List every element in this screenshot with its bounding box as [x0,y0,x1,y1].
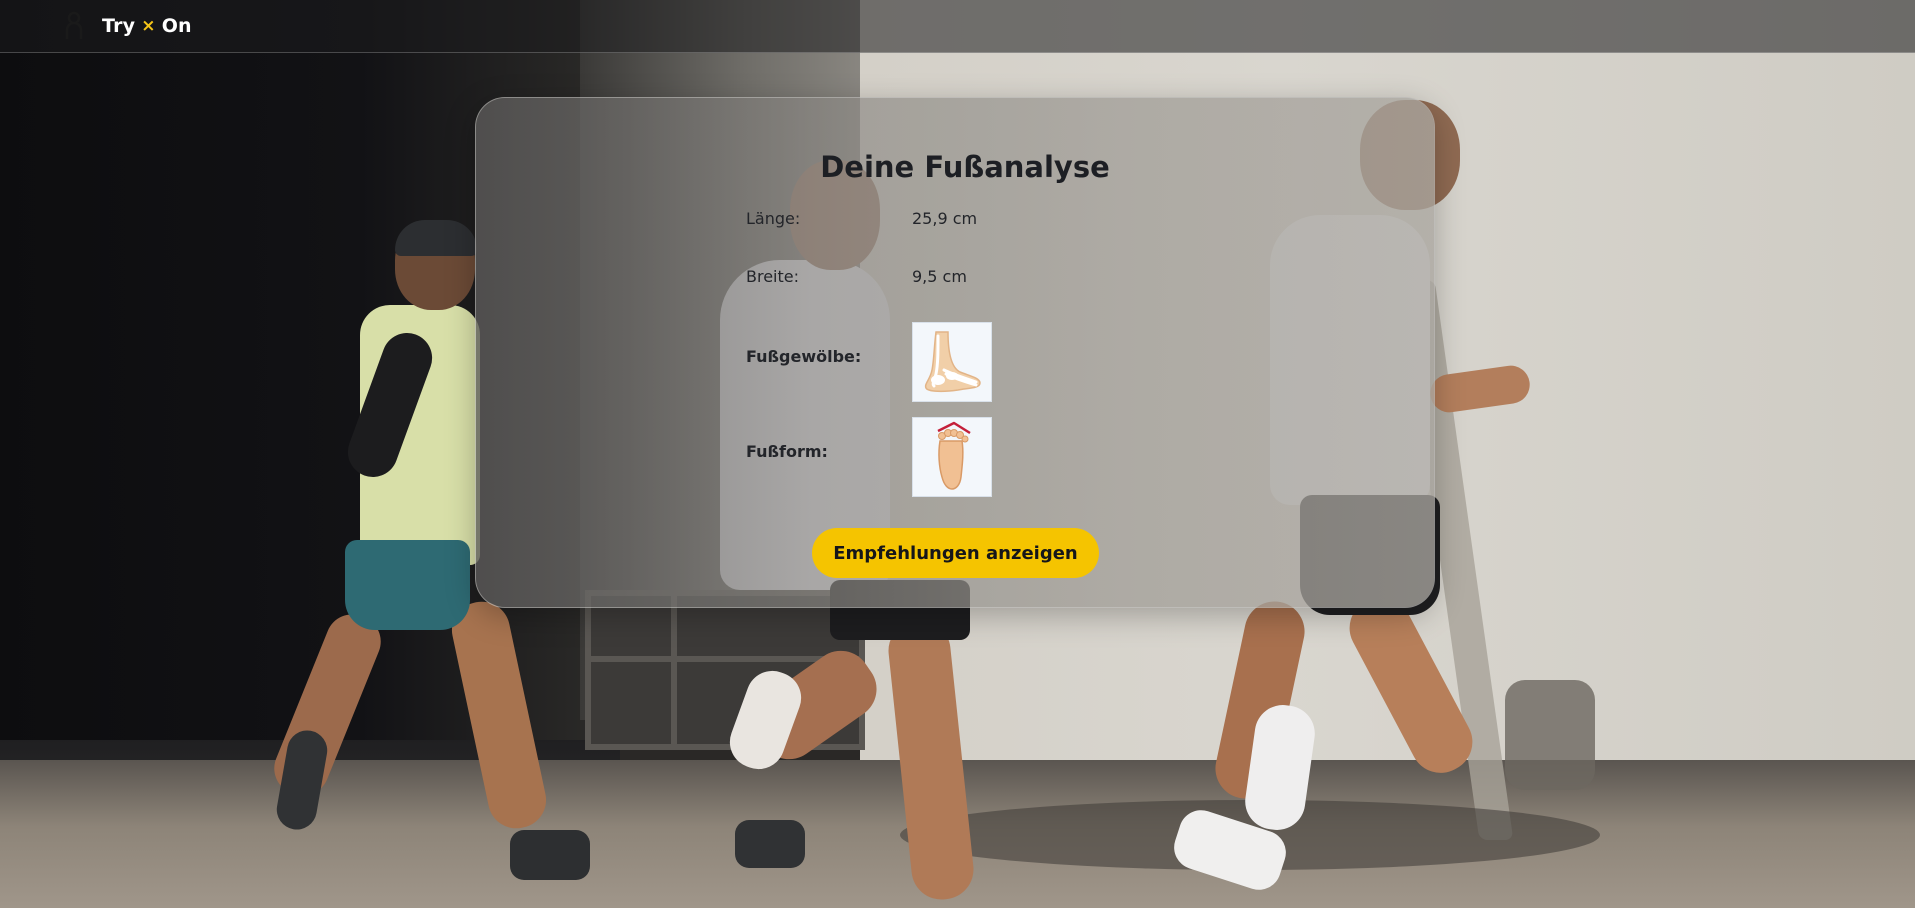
foot-shape-top-icon [912,417,992,497]
brand-name[interactable]: Try × On [102,15,192,37]
width-value: 9,5 cm [912,267,967,286]
show-recommendations-button[interactable]: Empfehlungen anzeigen [812,528,1099,578]
width-row: Breite: 9,5 cm [746,267,967,286]
on-brand-logo-icon[interactable] [64,11,84,41]
wall-shadow [1505,680,1595,790]
runner-left-cap [395,220,477,256]
foot-shape-row: Fußform: [746,417,992,497]
runner-left-shorts [345,540,470,630]
length-value: 25,9 cm [912,209,978,228]
runner-left-shoe [510,830,590,880]
runner-middle-shoe [735,820,805,868]
page-title: Deine Fußanalyse [820,150,1110,184]
arch-row: Fußgewölbe: [746,322,992,402]
foot-shape-label: Fußform: [746,441,828,461]
brand-on: On [161,15,192,37]
top-nav: Try × On [0,0,1915,53]
brand-try: Try [102,15,136,37]
brand-separator: × [141,16,156,36]
arch-label: Fußgewölbe: [746,346,862,366]
length-label: Länge: [746,209,801,228]
foot-analysis-card: Deine Fußanalyse Länge: 25,9 cm Breite: … [475,97,1435,608]
width-label: Breite: [746,267,799,286]
foot-arch-xray-icon [912,322,992,402]
length-row: Länge: 25,9 cm [746,209,977,228]
